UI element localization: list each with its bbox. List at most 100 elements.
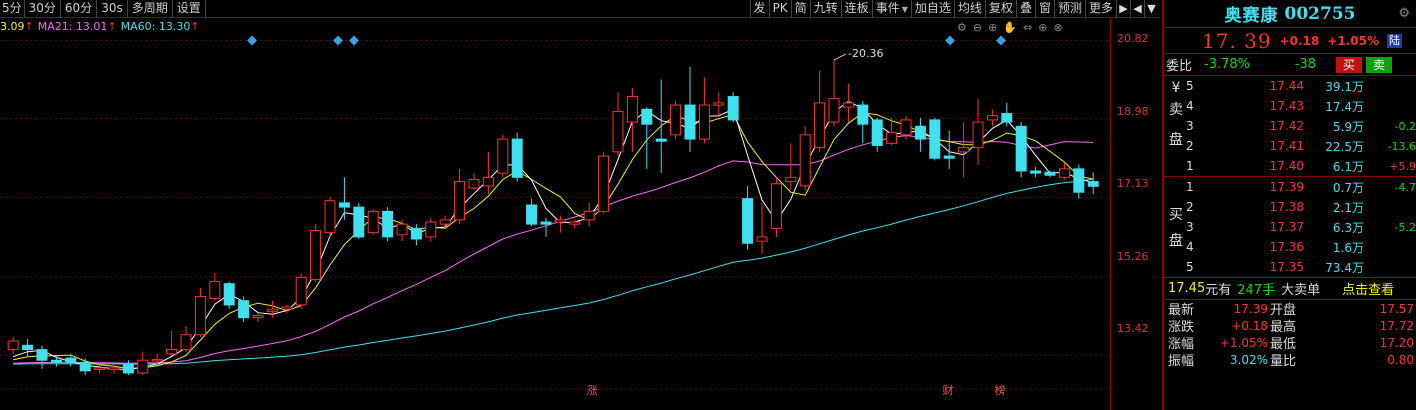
stat-value: 17.57	[1379, 301, 1414, 316]
candle-body	[554, 219, 566, 223]
window-button[interactable]: 窗	[1034, 0, 1054, 18]
big-order-tape[interactable]: 17.45 元有 247手 大卖单 点击查看	[1164, 278, 1416, 300]
bid-row[interactable]: 3 17.37 6.3万 -5.2	[1164, 217, 1416, 237]
chart-toolbar: 5分 30分 60分 30s 多周期 设置 发 PK 简 九转 连板 事件 ▼ 加…	[0, 0, 1160, 18]
connect-badge[interactable]: 陆	[1386, 33, 1402, 48]
ask-row[interactable]: 3 17.42 5.9万 -0.2	[1164, 116, 1416, 136]
close-icon[interactable]: ⊗	[1053, 21, 1062, 35]
ask-row[interactable]: 5 17.44 39.1万	[1164, 76, 1416, 96]
candle-body	[1030, 170, 1042, 174]
left-arrow-icon[interactable]: ◀	[1130, 0, 1144, 18]
adjust-price-button[interactable]: 复权	[984, 0, 1016, 18]
bid-price: 17.36	[1269, 240, 1304, 254]
bid-volume: 0.7万	[1332, 180, 1364, 195]
bid-row[interactable]: 5 17.35 73.4万	[1164, 257, 1416, 277]
last-price: 17. 39	[1202, 28, 1272, 53]
tab-30min[interactable]: 30分	[25, 0, 61, 18]
tab-multi-period[interactable]: 多周期	[128, 0, 173, 18]
ask-price: 17.41	[1269, 139, 1304, 153]
candle-body	[252, 315, 264, 319]
tab-60min[interactable]: 60分	[61, 0, 98, 18]
stock-code: 002755	[1284, 3, 1356, 24]
candle-body	[468, 178, 480, 189]
ask-volume: 22.5万	[1325, 139, 1364, 154]
tape-type: 大卖单	[1281, 283, 1321, 298]
candle-body	[410, 227, 422, 240]
candle-body	[1073, 168, 1085, 193]
candle-body	[137, 359, 149, 374]
tab-30s[interactable]: 30s	[97, 0, 128, 18]
buy-button[interactable]: 买	[1336, 56, 1362, 73]
ask-row[interactable]: 2 17.41 22.5万 -13.6	[1164, 136, 1416, 156]
candle-body	[1001, 113, 1013, 123]
ask-price: 17.40	[1269, 159, 1304, 173]
overlay-button[interactable]: 叠	[1015, 0, 1035, 18]
candle-body	[526, 204, 538, 225]
pk-button[interactable]: PK	[768, 0, 791, 18]
expand-icon[interactable]: ⇔	[1023, 21, 1032, 35]
candle-body	[900, 119, 912, 136]
ma5-arrow: ↑	[24, 20, 34, 33]
candle-body	[1044, 171, 1056, 176]
candle-body	[655, 138, 667, 142]
candle-body	[886, 132, 898, 144]
bid-price: 17.38	[1269, 200, 1304, 214]
bid-volume: 6.3万	[1332, 220, 1364, 235]
candle-body	[50, 359, 62, 363]
price-axis: 20.82 18.98 17.13 15.26 13.42	[1110, 18, 1160, 410]
stock-header: 奥赛康 002755 ⚙	[1164, 0, 1416, 28]
forecast-button[interactable]: 预测	[1053, 0, 1085, 18]
chart-action-bar: 发 PK 简 九转 连板 事件 ▼ 加自选 均线 复权 叠 窗 预测 更多	[749, 0, 1116, 18]
sell-button[interactable]: 卖	[1366, 56, 1392, 73]
gear-icon[interactable]: ⚙	[1398, 6, 1410, 21]
bid-side-label: 买	[1169, 207, 1183, 223]
bid-volume: 1.6万	[1332, 240, 1364, 255]
candle-body	[1015, 125, 1027, 172]
simple-button[interactable]: 简	[790, 0, 810, 18]
event-marker-icon	[349, 35, 359, 46]
bid-price: 17.37	[1269, 220, 1304, 234]
candlestick-chart[interactable]: -20.36 涨 财 榜	[0, 18, 1110, 410]
order-ratio-value: -3.78%	[1204, 57, 1250, 72]
ma5-legend: 3.09↑	[0, 20, 34, 34]
limit-up-button[interactable]: 连板	[840, 0, 872, 18]
hand-icon[interactable]: ✋	[1003, 21, 1017, 35]
ask-row[interactable]: 4 17.43 17.4万	[1164, 96, 1416, 116]
ma21-arrow: ↑	[107, 20, 117, 33]
ask-level: 3	[1186, 119, 1194, 133]
moving-average-button[interactable]: 均线	[953, 0, 985, 18]
view-details-link[interactable]: 点击查看	[1342, 279, 1394, 298]
currency-symbol: ¥	[1171, 80, 1181, 96]
candle-body	[36, 349, 48, 361]
candle-body	[238, 300, 250, 319]
tab-5min[interactable]: 5分	[0, 0, 25, 18]
send-button[interactable]: 发	[749, 0, 769, 18]
candle-body	[698, 104, 710, 140]
more-button[interactable]: 更多	[1084, 0, 1116, 18]
candle-body	[122, 363, 134, 374]
bid-row[interactable]: 1 17.39 0.7万 -4.7	[1164, 177, 1416, 197]
ma21-legend: MA21: 13.01↑	[38, 20, 117, 34]
ask-row[interactable]: 1 17.40 6.1万 +5.9	[1164, 156, 1416, 176]
zoom-out-icon[interactable]: ⊖	[973, 21, 982, 35]
candle-body	[842, 102, 854, 108]
candle-body	[22, 344, 34, 351]
candle-body	[958, 147, 970, 153]
bid-side-label: 盘	[1169, 233, 1183, 249]
export-icon[interactable]: ▶	[1116, 0, 1130, 18]
ask-book: ¥ 卖 盘 5 17.44 39.1万 4 17.43 17.4万 3 17.42 5.9万…	[1164, 76, 1416, 177]
candle-body	[65, 357, 77, 363]
bid-row[interactable]: 2 17.38 2.1万	[1164, 197, 1416, 217]
settings-icon[interactable]: ⚙	[957, 21, 967, 35]
settings-button[interactable]: 设置	[173, 0, 206, 18]
zoom-in-icon[interactable]: ⊕	[988, 21, 997, 35]
events-button[interactable]: 事件 ▼	[871, 0, 911, 18]
bid-row[interactable]: 4 17.36 1.6万	[1164, 237, 1416, 257]
y-tick: 20.82	[1117, 32, 1149, 45]
dropdown-icon[interactable]: ▼	[1144, 0, 1158, 18]
add-watchlist-button[interactable]: 加自选	[910, 0, 954, 18]
ask-level: 2	[1186, 139, 1194, 153]
candle-body	[454, 181, 466, 221]
plus-icon[interactable]: ⊕	[1038, 21, 1047, 35]
nine-turn-button[interactable]: 九转	[809, 0, 841, 18]
